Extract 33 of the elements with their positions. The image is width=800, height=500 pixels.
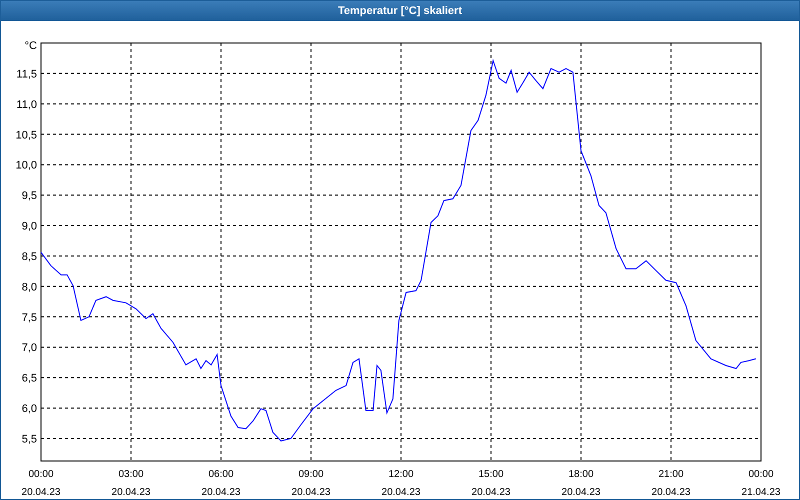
axis-tick-label: 10,0 bbox=[16, 160, 37, 172]
axis-unit-label: °C bbox=[24, 40, 37, 52]
window-title: Temperatur [°C] skaliert bbox=[1, 1, 799, 21]
axis-tick-label: 09:00 bbox=[298, 469, 324, 480]
axis-tick-label: 5,5 bbox=[22, 434, 37, 446]
axis-tick-label: 7,5 bbox=[22, 312, 37, 324]
axis-tick-label: 18:00 bbox=[568, 469, 594, 480]
axis-tick-label: 11,0 bbox=[16, 98, 37, 111]
axis-tick-label: 9,0 bbox=[22, 220, 37, 233]
axis-tick-label: 9,5 bbox=[22, 190, 37, 202]
axis-tick-label: 03:00 bbox=[118, 469, 144, 480]
axis-tick-label: 21:00 bbox=[658, 469, 684, 480]
axis-date-label: 20.04.23 bbox=[112, 487, 150, 498]
axis-tick-label: 12:00 bbox=[388, 469, 414, 480]
axis-tick-label: 00:00 bbox=[28, 469, 54, 480]
axis-date-label: 20.04.23 bbox=[562, 487, 600, 498]
axis-tick-label: 11,5 bbox=[16, 68, 37, 80]
axis-date-label: 20.04.23 bbox=[382, 487, 420, 498]
axis-tick-label: 8,5 bbox=[22, 250, 37, 263]
axis-date-label: 20.04.23 bbox=[292, 487, 330, 498]
axis-date-label: 20.04.23 bbox=[652, 487, 690, 498]
axis-tick-label: 6,0 bbox=[22, 403, 37, 416]
axis-tick-label: 10,5 bbox=[16, 129, 37, 142]
axis-tick-label: 7,0 bbox=[22, 342, 37, 354]
axis-date-label: 20.04.23 bbox=[202, 487, 240, 498]
axis-date-label: 21.04.23 bbox=[742, 487, 780, 498]
axis-tick-label: 06:00 bbox=[208, 469, 234, 480]
axis-date-label: 20.04.23 bbox=[22, 487, 60, 498]
axis-tick-label: 6,5 bbox=[22, 372, 37, 385]
axis-tick-label: 00:00 bbox=[748, 469, 774, 480]
axis-date-label: 20.04.23 bbox=[472, 487, 510, 498]
axis-tick-label: 8,0 bbox=[22, 281, 37, 294]
axis-tick-label: 15:00 bbox=[478, 469, 504, 480]
